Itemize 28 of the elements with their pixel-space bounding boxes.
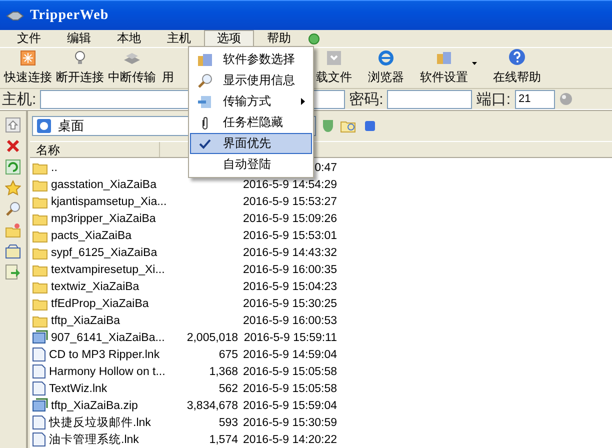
- file-date: 2016-5-9 15:59:04: [243, 400, 337, 412]
- file-date: 2016-5-9 15:53:27: [243, 196, 337, 208]
- file-size: 2,005,018: [186, 332, 238, 344]
- file-date: 2016-5-9 16:00:35: [243, 264, 337, 276]
- file-date: 0:47: [314, 162, 337, 174]
- file-date: 2016-5-9 15:30:25: [243, 298, 337, 310]
- file-size: 1,574: [209, 434, 238, 446]
- file-date: 2016-5-9 14:20:22: [243, 434, 337, 446]
- file-size: 675: [218, 348, 238, 360]
- file-size: 593: [218, 416, 238, 428]
- file-date: 2016-5-9 15:09:26: [243, 212, 337, 224]
- file-date: 2016-5-9 15:53:01: [243, 230, 337, 242]
- file-date: 2016-5-9 14:54:29: [243, 178, 337, 190]
- file-size: 562: [218, 382, 238, 394]
- field-label: 端口:: [476, 90, 511, 108]
- file-size: 1,368: [209, 366, 238, 378]
- field-label: 密码:: [349, 90, 384, 108]
- file-date: 2016-5-9 14:59:04: [243, 348, 337, 360]
- file-date: 2016-5-9 15:04:23: [243, 280, 337, 292]
- file-date: 2016-5-9 14:43:32: [243, 246, 337, 258]
- field-label: 主机:: [2, 90, 36, 108]
- file-size: 3,834,678: [186, 400, 238, 412]
- file-date: 2016-5-9 15:05:58: [243, 382, 337, 394]
- file-date: 2016-5-9 15:05:58: [243, 366, 337, 378]
- file-date: 2016-5-9 15:30:59: [243, 416, 337, 428]
- window-title: TripperWeb: [30, 8, 109, 24]
- file-date: 2016-5-9 16:00:53: [243, 314, 337, 326]
- file-date: 2016-5-9 15:59:11: [244, 332, 337, 344]
